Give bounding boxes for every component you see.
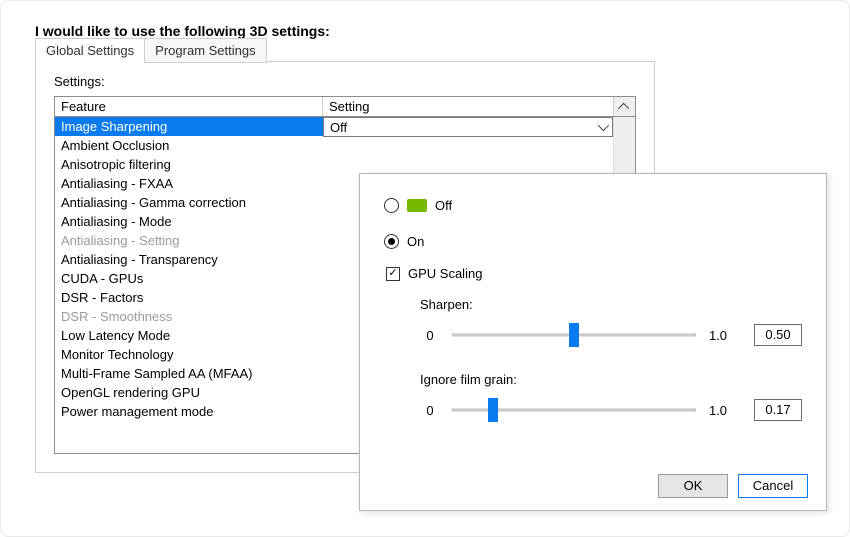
table-row[interactable]: Anisotropic filtering [55,155,613,174]
radio-off-row[interactable]: Off [384,194,802,216]
feature-cell: DSR - Smoothness [55,307,323,326]
setting-value: Off [330,120,347,135]
film-grain-slider[interactable] [452,402,696,418]
radio-on-label: On [407,234,424,249]
setting-cell[interactable]: Off [323,117,613,137]
sharpen-min: 0 [420,328,440,343]
feature-cell: DSR - Factors [55,288,323,307]
table-header: Feature Setting [55,97,635,117]
film-grain-label: Ignore film grain: [420,372,802,387]
setting-cell [323,136,613,155]
cancel-button[interactable]: Cancel [738,474,808,498]
scroll-up-button[interactable] [613,97,635,116]
feature-cell: CUDA - GPUs [55,269,323,288]
feature-cell: Antialiasing - Gamma correction [55,193,323,212]
page-title: I would like to use the following 3D set… [35,23,827,39]
gpu-scaling-label: GPU Scaling [408,266,482,281]
feature-cell: Antialiasing - FXAA [55,174,323,193]
tab-program-settings[interactable]: Program Settings [144,38,266,63]
ok-button[interactable]: OK [658,474,728,498]
setting-dropdown-button[interactable] [592,119,610,135]
film-grain-thumb[interactable] [488,398,498,422]
column-header-setting[interactable]: Setting [323,97,613,116]
table-row[interactable]: Image Sharpening Off [55,117,613,136]
feature-cell: Multi-Frame Sampled AA (MFAA) [55,364,323,383]
popup-button-bar: OK Cancel [658,474,808,498]
sharpen-max: 1.0 [708,328,728,343]
radio-off-label: Off [435,198,452,213]
nvidia-icon [407,199,427,212]
image-sharpening-popup: Off On GPU Scaling Sharpen: 0 1.0 0.50 I [359,173,827,511]
feature-cell: Image Sharpening [55,117,323,136]
film-grain-block: Ignore film grain: 0 1.0 0.17 [420,372,802,421]
feature-cell: Anisotropic filtering [55,155,323,174]
feature-cell: Antialiasing - Setting [55,231,323,250]
sharpen-thumb[interactable] [569,323,579,347]
feature-cell: Ambient Occlusion [55,136,323,155]
settings-label: Settings: [54,74,105,89]
feature-cell: Monitor Technology [55,345,323,364]
radio-off[interactable] [384,198,399,213]
feature-cell: Antialiasing - Transparency [55,250,323,269]
radio-on-row[interactable]: On [384,230,802,252]
sharpen-value[interactable]: 0.50 [754,324,802,346]
chevron-down-icon [597,120,608,131]
film-grain-max: 1.0 [708,403,728,418]
feature-cell: Antialiasing - Mode [55,212,323,231]
radio-on[interactable] [384,234,399,249]
table-row[interactable]: Ambient Occlusion [55,136,613,155]
tab-global-settings[interactable]: Global Settings [35,38,145,63]
column-header-feature[interactable]: Feature [55,97,323,116]
gpu-scaling-row[interactable]: GPU Scaling [386,266,802,281]
film-grain-value[interactable]: 0.17 [754,399,802,421]
sharpen-slider[interactable] [452,327,696,343]
feature-cell: Low Latency Mode [55,326,323,345]
tab-strip: Global Settings Program Settings [35,38,266,63]
settings-panel: I would like to use the following 3D set… [0,0,850,537]
sharpen-block: Sharpen: 0 1.0 0.50 [420,297,802,346]
film-grain-min: 0 [420,403,440,418]
feature-cell: Power management mode [55,402,323,421]
gpu-scaling-checkbox[interactable] [386,267,400,281]
chevron-up-icon [617,102,628,113]
feature-cell: OpenGL rendering GPU [55,383,323,402]
sharpen-label: Sharpen: [420,297,802,312]
setting-cell [323,155,613,174]
